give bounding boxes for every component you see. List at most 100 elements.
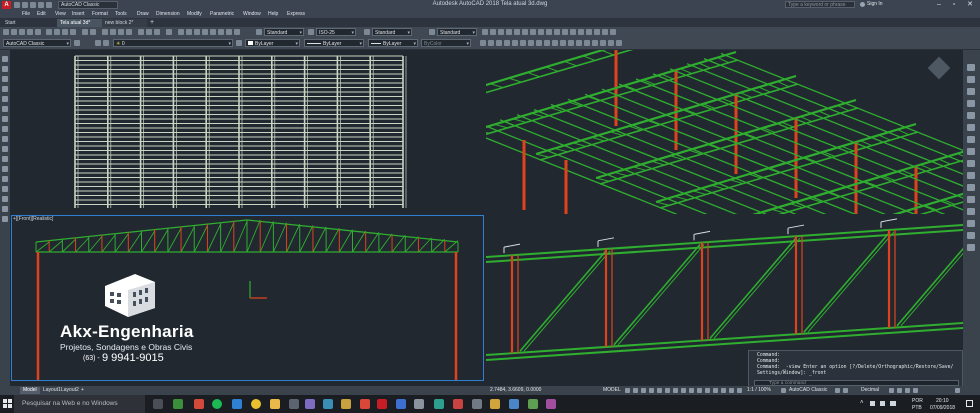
network-icon[interactable] bbox=[870, 401, 875, 406]
close-button[interactable]: ✕ bbox=[963, 0, 977, 10]
hatch-tool-icon[interactable] bbox=[2, 176, 8, 182]
explode-tool-icon[interactable] bbox=[967, 244, 975, 251]
tool-extra-7-icon[interactable] bbox=[226, 29, 232, 35]
selection-cycling-icon[interactable] bbox=[689, 388, 694, 393]
tool-extra-9-icon[interactable] bbox=[482, 29, 488, 35]
draw-extra-18-icon[interactable] bbox=[616, 40, 622, 46]
tool-extra-15-icon[interactable] bbox=[530, 29, 536, 35]
volume-icon[interactable] bbox=[880, 401, 885, 406]
menu-dimension[interactable]: Dimension bbox=[156, 10, 180, 18]
battery-icon[interactable] bbox=[890, 401, 896, 406]
help-search-input[interactable]: Type a keyword or phrase bbox=[785, 1, 855, 8]
tool-extra-11-icon[interactable] bbox=[498, 29, 504, 35]
tool-open-icon[interactable] bbox=[11, 29, 17, 35]
tab-start[interactable]: Start bbox=[2, 19, 42, 27]
polar-icon[interactable] bbox=[649, 388, 654, 393]
viewport-label[interactable]: +][Front][Realistic] bbox=[13, 216, 53, 222]
gradient-tool-icon[interactable] bbox=[2, 186, 8, 192]
tab-tela-atual[interactable]: Tela atual 3d* bbox=[57, 19, 102, 27]
workspace-settings-icon[interactable] bbox=[74, 40, 80, 46]
spline-tool-icon[interactable] bbox=[2, 126, 8, 132]
minimize-button[interactable]: – bbox=[932, 0, 946, 10]
menu-insert[interactable]: Insert bbox=[72, 10, 85, 18]
app-icon[interactable] bbox=[305, 399, 315, 409]
viewport-front-elevation[interactable] bbox=[11, 215, 484, 381]
menu-draw[interactable]: Draw bbox=[137, 10, 149, 18]
app-icon[interactable] bbox=[194, 399, 204, 409]
table-tool-icon[interactable] bbox=[2, 206, 8, 212]
menu-modify[interactable]: Modify bbox=[187, 10, 202, 18]
tab-new-block[interactable]: new block 2* bbox=[102, 19, 147, 27]
fillet-tool-icon[interactable] bbox=[967, 232, 975, 239]
tool-help-icon[interactable] bbox=[166, 29, 172, 35]
make-current-layer-icon[interactable] bbox=[236, 40, 242, 46]
draw-extra-15-icon[interactable] bbox=[592, 40, 598, 46]
add-layout-button[interactable]: + bbox=[78, 387, 87, 394]
tool-extra-10-icon[interactable] bbox=[490, 29, 496, 35]
tool-extra-24-icon[interactable] bbox=[602, 29, 608, 35]
text-style-combo[interactable]: Standard ▾ bbox=[264, 28, 304, 36]
layer-properties-icon[interactable] bbox=[95, 40, 101, 46]
copy-tool-icon[interactable] bbox=[967, 76, 975, 83]
app-icon[interactable] bbox=[453, 399, 463, 409]
revcloud-tool-icon[interactable] bbox=[2, 116, 8, 122]
lineweight-icon[interactable] bbox=[673, 388, 678, 393]
lock-ui-icon[interactable] bbox=[897, 388, 902, 393]
tool-paste-icon[interactable] bbox=[62, 29, 68, 35]
app-icon[interactable] bbox=[341, 399, 351, 409]
extend-tool-icon[interactable] bbox=[967, 184, 975, 191]
task-view-icon[interactable] bbox=[153, 399, 163, 409]
mtext-tool-icon[interactable] bbox=[2, 216, 8, 222]
line-tool-icon[interactable] bbox=[2, 56, 8, 62]
draw-extra-11-icon[interactable] bbox=[560, 40, 566, 46]
spotify-icon[interactable] bbox=[212, 399, 222, 409]
workspace-combo[interactable]: AutoCAD Classic ▾ bbox=[3, 39, 71, 47]
user-icon[interactable] bbox=[860, 2, 865, 7]
app-icon[interactable] bbox=[360, 399, 370, 409]
annotation-scale[interactable]: 1:1 / 100% bbox=[747, 386, 771, 395]
tool-extra-22-icon[interactable] bbox=[586, 29, 592, 35]
color-combo[interactable]: ByLayer ▾ bbox=[245, 39, 300, 47]
dim-style-combo[interactable]: ISO-25 ▾ bbox=[316, 28, 356, 36]
clean-screen-icon[interactable] bbox=[913, 388, 918, 393]
table-style-combo[interactable]: Standard ▾ bbox=[372, 28, 412, 36]
menu-file[interactable]: File bbox=[22, 10, 30, 18]
stretch-tool-icon[interactable] bbox=[967, 160, 975, 167]
new-tab-button[interactable]: + bbox=[150, 19, 154, 26]
layer-combo[interactable]: ☀ 0 ▾ bbox=[113, 39, 233, 47]
draw-extra-8-icon[interactable] bbox=[536, 40, 542, 46]
draw-extra-3-icon[interactable] bbox=[496, 40, 502, 46]
draw-extra-5-icon[interactable] bbox=[512, 40, 518, 46]
tool-extra-19-icon[interactable] bbox=[562, 29, 568, 35]
snap-icon[interactable] bbox=[633, 388, 638, 393]
rectangle-tool-icon[interactable] bbox=[2, 86, 8, 92]
tool-extra-18-icon[interactable] bbox=[554, 29, 560, 35]
tool-extra-13-icon[interactable] bbox=[514, 29, 520, 35]
draw-extra-6-icon[interactable] bbox=[520, 40, 526, 46]
draw-extra-10-icon[interactable] bbox=[552, 40, 558, 46]
lineweight-combo[interactable]: ByLayer ▾ bbox=[368, 39, 418, 47]
grid-icon[interactable] bbox=[625, 388, 630, 393]
linetype-combo[interactable]: ByLayer ▾ bbox=[304, 39, 364, 47]
notifications-icon[interactable] bbox=[966, 400, 973, 407]
customization-icon[interactable] bbox=[955, 388, 960, 393]
draw-extra-14-icon[interactable] bbox=[584, 40, 590, 46]
join-tool-icon[interactable] bbox=[967, 208, 975, 215]
model-space-toggle[interactable]: MODEL bbox=[603, 386, 621, 395]
tool-extra-2-icon[interactable] bbox=[186, 29, 192, 35]
menu-parametric[interactable]: Parametric bbox=[210, 10, 234, 18]
plot-style-combo[interactable]: ByColor ▾ bbox=[421, 39, 471, 47]
tool-extra-21-icon[interactable] bbox=[578, 29, 584, 35]
tool-extra-1-icon[interactable] bbox=[178, 29, 184, 35]
tool-print-icon[interactable] bbox=[27, 29, 33, 35]
quick-properties-icon[interactable] bbox=[889, 388, 894, 393]
clock-date[interactable]: 07/09/2018 bbox=[930, 405, 955, 411]
polygon-tool-icon[interactable] bbox=[2, 76, 8, 82]
app-icon[interactable] bbox=[289, 399, 299, 409]
tool-extra-5-icon[interactable] bbox=[210, 29, 216, 35]
workspace-switch-icon[interactable] bbox=[781, 388, 786, 393]
arc-tool-icon[interactable] bbox=[2, 96, 8, 102]
draw-extra-17-icon[interactable] bbox=[608, 40, 614, 46]
region-tool-icon[interactable] bbox=[2, 196, 8, 202]
draw-extra-7-icon[interactable] bbox=[528, 40, 534, 46]
